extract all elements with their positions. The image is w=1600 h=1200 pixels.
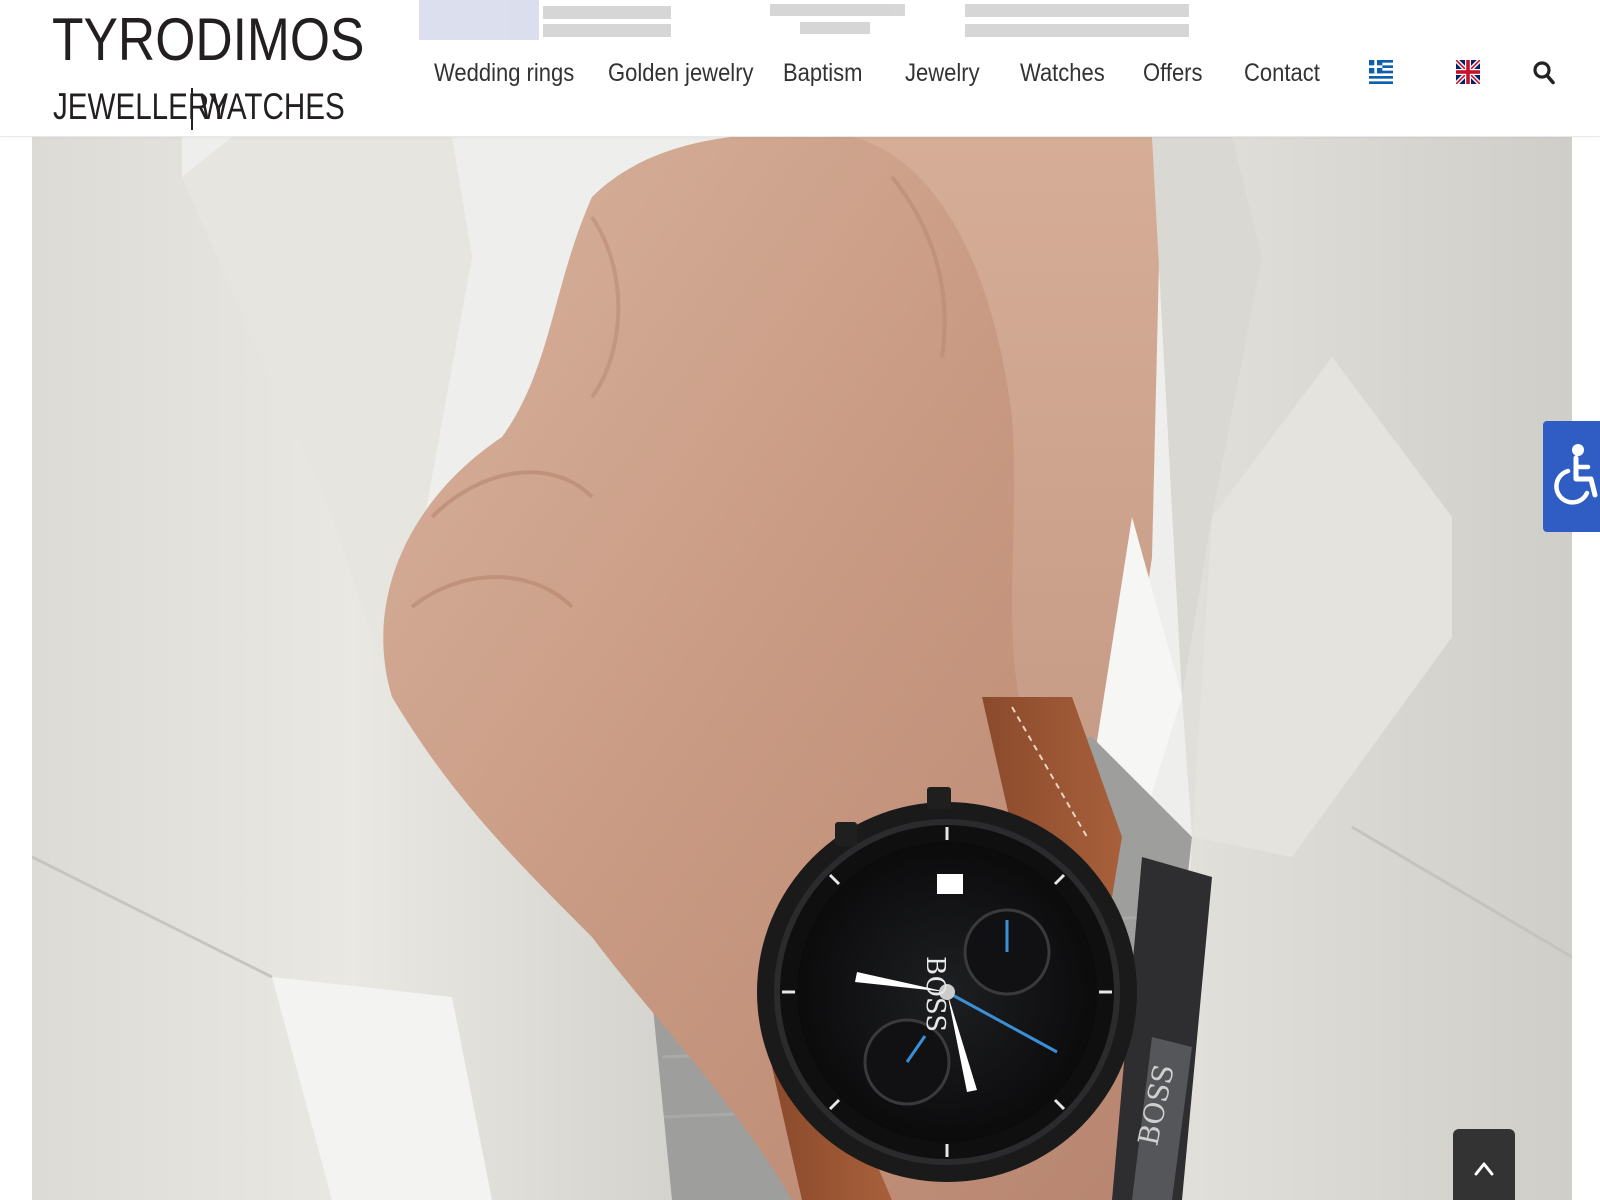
- hero-banner: BOSS BOSS: [32, 137, 1572, 1200]
- hero-image: BOSS BOSS: [32, 137, 1572, 1200]
- site-logo[interactable]: TYRODIMOS JEWELLERY WATCHES: [52, 6, 364, 130]
- topbar-info: [770, 0, 910, 40]
- greek-flag-icon[interactable]: [1369, 60, 1393, 84]
- topbar-promo: [965, 0, 1190, 40]
- nav-item-jewelry[interactable]: Jewelry: [905, 50, 980, 96]
- wheelchair-icon: [1554, 444, 1598, 505]
- nav-item-wedding-rings[interactable]: Wedding rings: [434, 50, 574, 96]
- nav-item-offers[interactable]: Offers: [1143, 50, 1203, 96]
- nav-item-contact[interactable]: Contact: [1244, 50, 1320, 96]
- accessibility-toolbar-toggle[interactable]: [1543, 421, 1600, 532]
- nav-item-golden-jewelry[interactable]: Golden jewelry: [608, 50, 754, 96]
- back-to-top-button[interactable]: [1453, 1129, 1515, 1200]
- watch-brand-text: BOSS: [920, 956, 950, 1032]
- nav-item-baptism[interactable]: Baptism: [783, 50, 862, 96]
- site-header: TYRODIMOS JEWELLERY WATCHES Wedding ring…: [0, 0, 1600, 137]
- eu-funding-banner: [419, 0, 679, 40]
- logo-divider: [191, 88, 193, 130]
- nav-item-watches[interactable]: Watches: [1020, 50, 1105, 96]
- uk-flag-icon[interactable]: [1454, 58, 1482, 86]
- chevron-up-icon: [1474, 1162, 1494, 1176]
- logo-tagline-watches: WATCHES: [200, 86, 345, 127]
- logo-wordmark: TYRODIMOS: [52, 6, 365, 73]
- search-icon[interactable]: [1532, 60, 1556, 86]
